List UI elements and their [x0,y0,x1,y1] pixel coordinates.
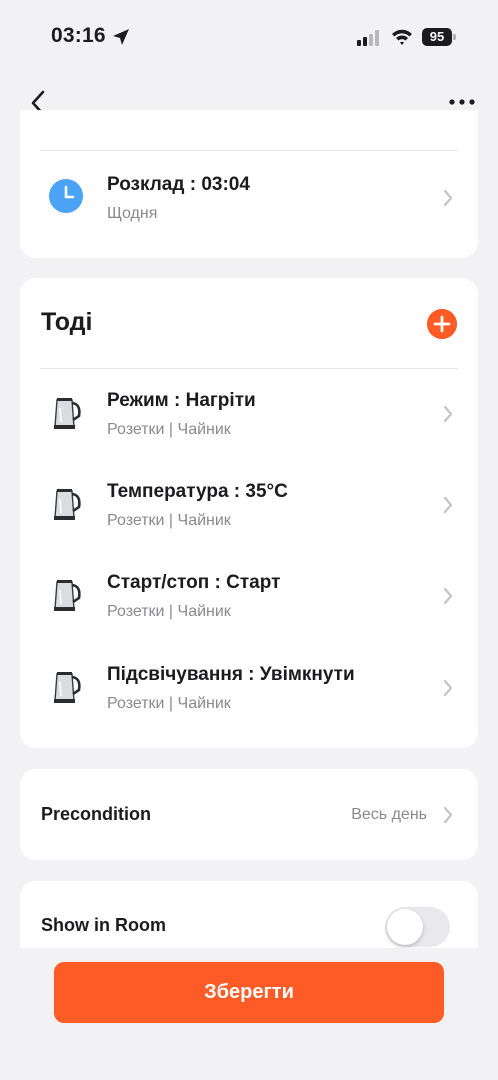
show-in-room-label: Show in Room [41,915,166,935]
status-bar: 03:16 95 [0,0,498,74]
action-subtitle: Розетки | Чайник [107,512,231,529]
kettle-icon [54,489,81,520]
status-time: 03:16 [51,24,106,47]
wifi-icon [392,29,412,45]
add-action-button[interactable] [427,309,457,339]
battery-level: 95 [422,28,452,46]
cellular-signal-icon [357,30,379,46]
action-row[interactable]: Температура : 35°C Розетки | Чайник [20,461,478,551]
precondition-row[interactable]: Precondition Весь день [20,769,478,860]
show-in-room-toggle[interactable] [385,907,450,947]
action-subtitle: Розетки | Чайник [107,603,231,620]
divider [40,150,458,151]
save-button[interactable]: Зберегти [54,962,444,1023]
chevron-right-icon [443,679,453,697]
battery-indicator: 95 [422,28,456,46]
then-section-title: Тоді [41,308,93,336]
action-subtitle: Розетки | Чайник [107,695,231,712]
battery-cap [453,34,456,40]
action-title: Температура : 35°C [107,481,288,502]
action-row[interactable]: Підсвічування : Увімкнути Розетки | Чайн… [20,644,478,734]
actions-card: Тоді Режим : Нагріти Розетки | Чайник Те… [20,278,478,748]
kettle-icon [54,580,81,611]
kettle-icon [54,672,81,703]
schedule-title: Розклад : 03:04 [107,174,250,195]
precondition-label: Precondition [41,804,152,824]
action-row[interactable]: Режим : Нагріти Розетки | Чайник [20,370,478,460]
chevron-right-icon [443,189,453,207]
kettle-icon [54,398,81,429]
schedule-subtitle: Щодня [107,205,158,222]
action-subtitle: Розетки | Чайник [107,421,231,438]
location-arrow-icon [113,29,129,45]
action-title: Режим : Нагріти [107,390,256,411]
schedule-row[interactable]: Розклад : 03:04 Щодня [20,154,478,244]
action-title: Підсвічування : Увімкнути [107,664,355,685]
chevron-right-icon [443,405,453,423]
divider [40,368,458,369]
toggle-knob [387,909,423,945]
clock-icon [49,179,83,213]
chevron-right-icon [443,587,453,605]
precondition-value: Весь день [351,806,427,823]
condition-card: Розклад : 03:04 Щодня [20,110,478,258]
chevron-right-icon [443,496,453,514]
chevron-right-icon [443,806,453,824]
action-row[interactable]: Старт/стоп : Старт Розетки | Чайник [20,552,478,642]
action-title: Старт/стоп : Старт [107,572,281,593]
more-options-icon[interactable] [446,92,478,112]
